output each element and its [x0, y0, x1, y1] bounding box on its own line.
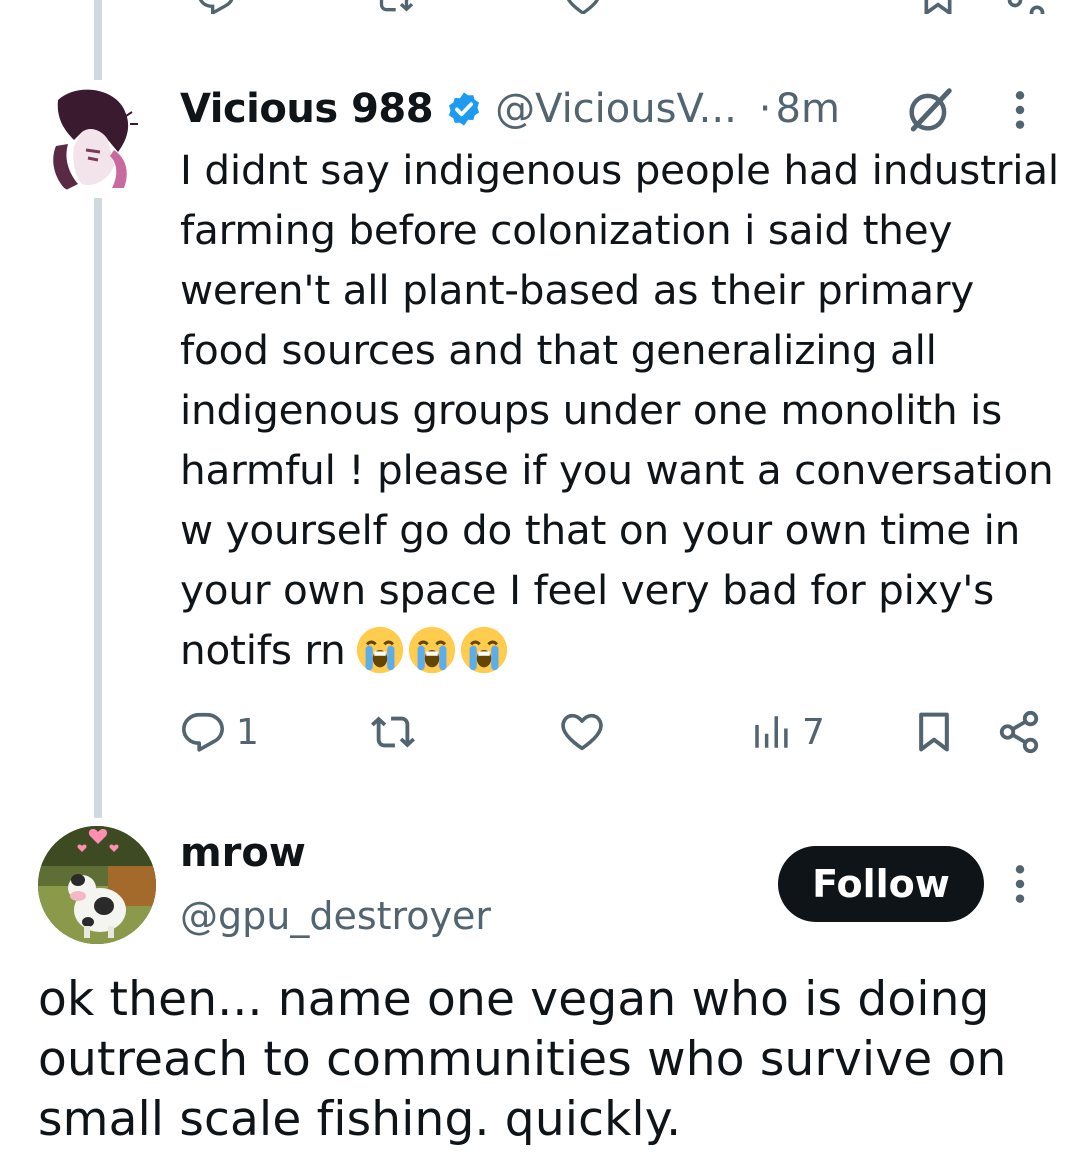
loudly-crying-face-icon — [460, 626, 507, 674]
share-icon[interactable] — [1004, 0, 1048, 14]
retweet-icon[interactable] — [372, 0, 416, 14]
avatar-vicious[interactable] — [38, 80, 156, 198]
tweet1-body-text: I didnt say indigenous people had indust… — [180, 146, 1059, 674]
views-count: 7 — [802, 711, 825, 753]
display-name[interactable]: mrow — [180, 830, 306, 876]
heart-icon[interactable] — [562, 0, 604, 14]
reply-icon — [182, 712, 224, 752]
tweet1-text: I didnt say indigenous people had indust… — [180, 140, 1060, 680]
tweet2-text: ok then... name one vegan who is doing o… — [38, 972, 1007, 1147]
avatar-image — [38, 826, 156, 944]
separator-dot: · — [758, 86, 772, 132]
emoji-group — [354, 626, 510, 676]
bookmark-icon — [919, 712, 949, 752]
loudly-crying-face-icon — [408, 626, 455, 674]
previous-tweet-actions — [0, 0, 1080, 14]
avatar-mrow[interactable] — [38, 826, 156, 944]
loudly-crying-face-icon — [356, 626, 403, 674]
verified-badge-icon — [449, 92, 480, 126]
handle[interactable]: @ViciousV... — [495, 86, 737, 132]
display-name[interactable]: Vicious 988 — [180, 86, 434, 132]
grok-icon[interactable] — [902, 84, 956, 138]
bookmark-button[interactable] — [912, 704, 956, 760]
heart-icon — [561, 713, 603, 751]
views-icon — [755, 716, 788, 748]
timestamp[interactable]: 8m — [776, 86, 840, 132]
reply-icon[interactable] — [196, 0, 236, 14]
share-icon — [999, 710, 1039, 754]
handle[interactable]: @gpu_destroyer — [180, 894, 491, 938]
reply-count: 1 — [236, 711, 259, 753]
tweet1-header: Vicious 988 @ViciousV... · 8m — [180, 80, 840, 138]
reply-button[interactable]: 1 — [180, 704, 259, 760]
follow-button[interactable]: Follow — [778, 846, 984, 922]
bookmark-icon[interactable] — [918, 0, 958, 14]
more-vertical-icon[interactable] — [1006, 88, 1034, 132]
share-button[interactable] — [996, 704, 1042, 760]
more-vertical-icon[interactable] — [1006, 862, 1034, 906]
views-button[interactable]: 7 — [750, 704, 825, 760]
avatar-image — [38, 80, 156, 198]
retweet-icon — [370, 716, 416, 748]
retweet-button[interactable] — [368, 704, 428, 760]
like-button[interactable] — [558, 704, 616, 760]
